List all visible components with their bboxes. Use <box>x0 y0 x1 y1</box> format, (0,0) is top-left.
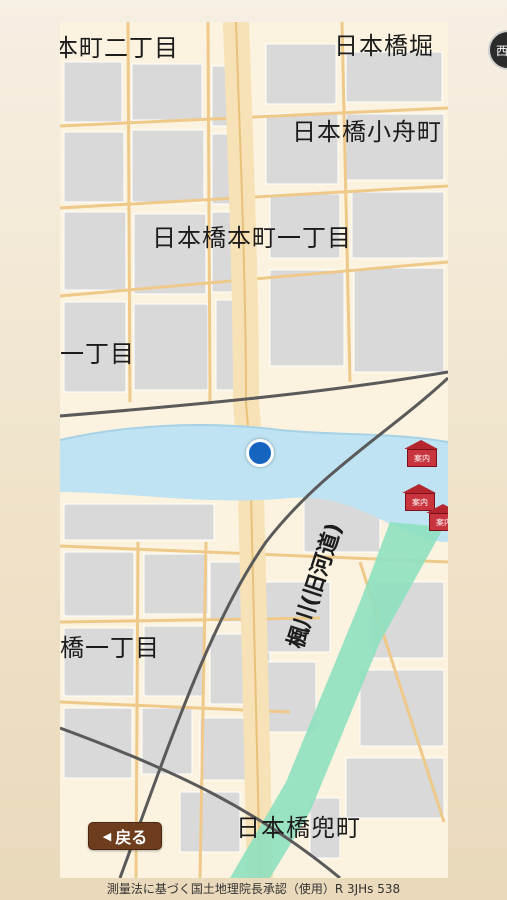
guide-poi-marker[interactable]: 案内 <box>404 440 438 470</box>
poi-roof-icon <box>426 504 448 513</box>
map-view[interactable]: 日本橋堀 本町二丁目 日本橋小舟町 日本橋本町一丁目 一丁目 橋一丁目 日本橋兜… <box>60 22 448 878</box>
area-label-kobunacho: 日本橋小舟町 <box>292 118 442 146</box>
area-label-horidome: 日本橋堀 <box>334 32 434 60</box>
current-location-marker[interactable] <box>246 439 274 467</box>
area-label-kabutocho: 日本橋兜町 <box>236 814 361 842</box>
back-button[interactable]: ◀ 戻る <box>88 822 162 850</box>
back-button-label: 戻る <box>115 828 148 847</box>
poi-sign: 案内 <box>429 513 448 531</box>
triangle-left-icon: ◀ <box>102 829 112 843</box>
corner-badge[interactable]: 西 <box>488 30 507 70</box>
area-label-itchome: 一丁目 <box>60 340 135 368</box>
poi-sign: 案内 <box>407 449 437 467</box>
corner-badge-text: 西 <box>496 43 507 58</box>
guide-poi-marker[interactable]: 案内 <box>426 504 448 534</box>
map-credit: 測量法に基づく国土地理院長承認（使用）R 3JHs 538 <box>106 882 401 896</box>
area-label-honcho-2: 本町二丁目 <box>60 34 179 62</box>
poi-roof-icon <box>402 484 436 493</box>
poi-roof-icon <box>404 440 438 449</box>
area-label-honcho-1: 日本橋本町一丁目 <box>152 224 352 252</box>
area-label-bashi-itchome: 橋一丁目 <box>60 634 160 662</box>
